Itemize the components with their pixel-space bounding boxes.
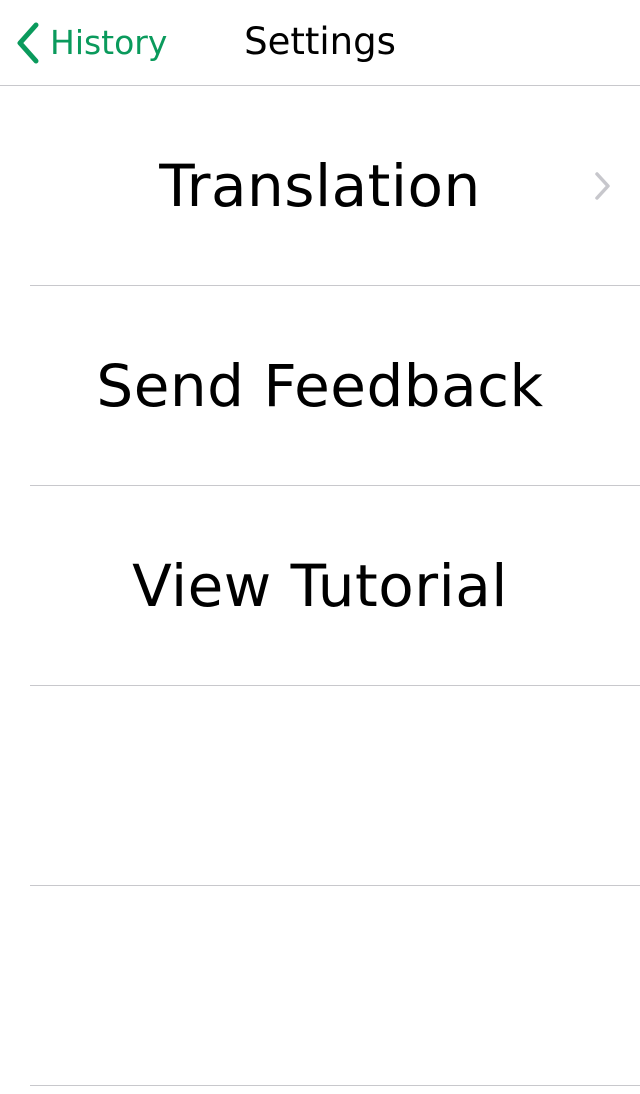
- page-title: Settings: [244, 20, 396, 63]
- menu-item-label: Send Feedback: [96, 352, 544, 420]
- menu-item-send-feedback[interactable]: Send Feedback: [0, 286, 640, 486]
- menu-item-label: View Tutorial: [132, 552, 508, 620]
- menu-item-label: Translation: [159, 152, 481, 220]
- chevron-right-icon: [594, 170, 612, 202]
- empty-row: [0, 886, 640, 1086]
- settings-menu: Translation Send Feedback View Tutorial: [0, 86, 640, 1086]
- empty-row: [0, 686, 640, 886]
- navigation-bar: History Settings: [0, 0, 640, 86]
- menu-item-view-tutorial[interactable]: View Tutorial: [0, 486, 640, 686]
- settings-screen: History Settings Translation Send Feedba…: [0, 0, 640, 1094]
- menu-item-translation[interactable]: Translation: [0, 86, 640, 286]
